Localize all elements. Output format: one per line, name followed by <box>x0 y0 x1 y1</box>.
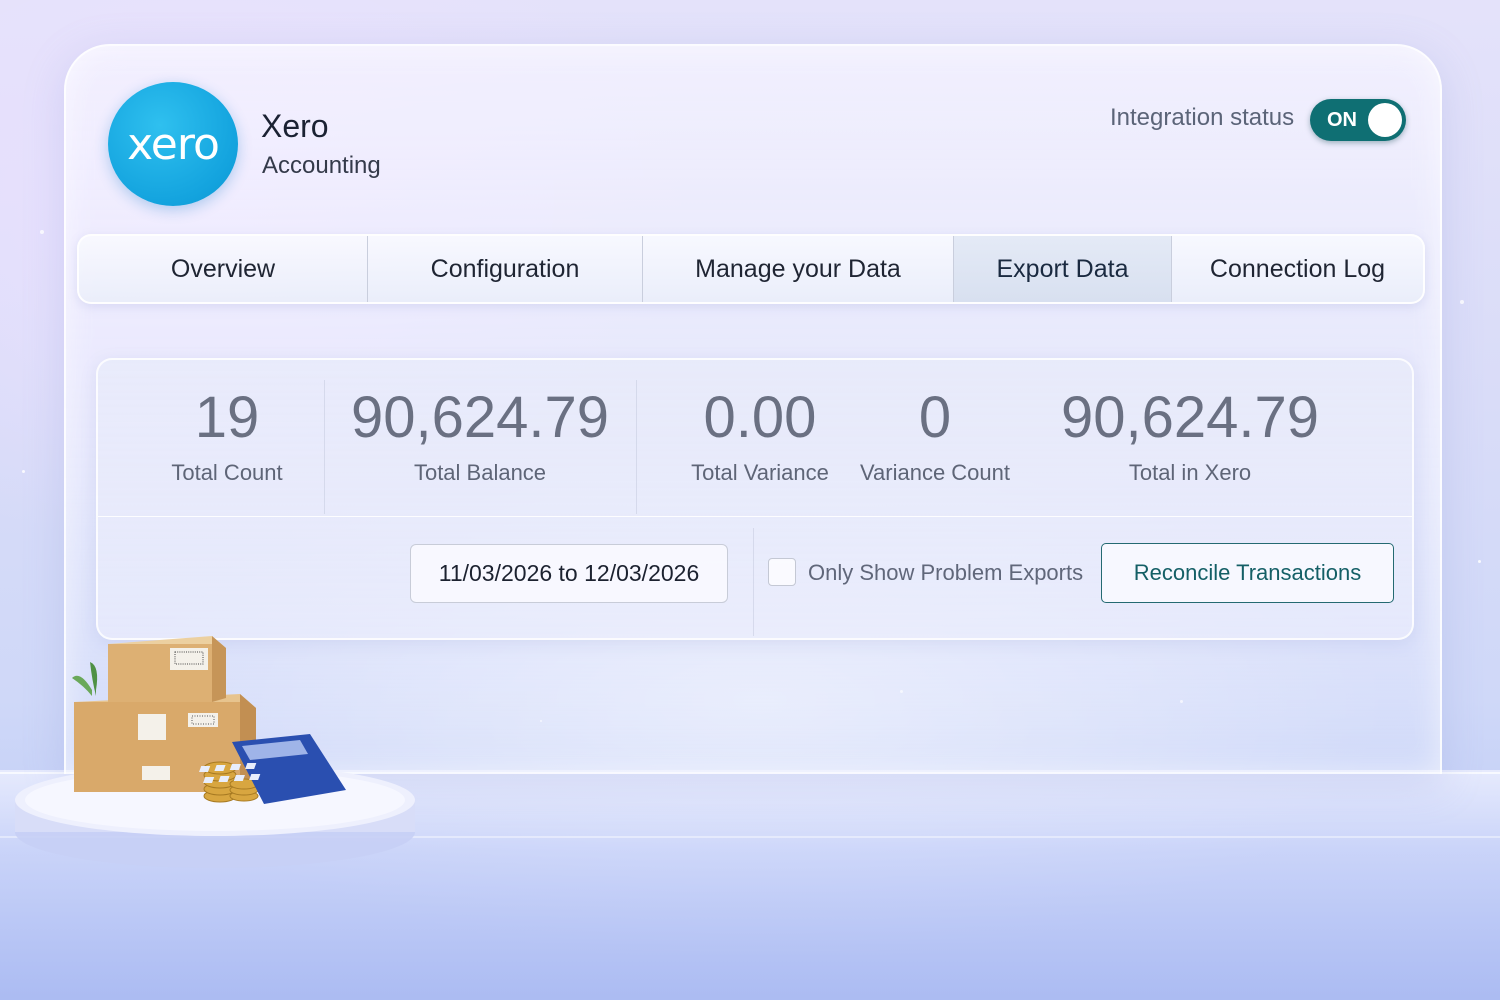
total-balance-value: 90,624.79 <box>350 385 610 450</box>
toggle-state-text: ON <box>1327 109 1357 131</box>
integration-status-label: Integration status <box>1110 104 1295 131</box>
problem-exports-label[interactable]: Only Show Problem Exports <box>808 560 1083 586</box>
boxes-calculator-coins-illustration <box>15 636 415 868</box>
tab-manage-your-data[interactable]: Manage your Data <box>643 236 954 302</box>
tab-label: Configuration <box>430 254 580 283</box>
reconcile-button-label: Reconcile Transactions <box>1133 560 1362 585</box>
card-divider <box>98 516 1412 517</box>
tab-bar: Overview Configuration Manage your Data … <box>77 234 1425 304</box>
variance-count-value: 0 <box>918 385 952 450</box>
tab-configuration[interactable]: Configuration <box>368 236 643 302</box>
toggle-knob <box>1368 103 1402 137</box>
integration-status-toggle[interactable]: ON <box>1310 99 1406 141</box>
total-variance-label: Total Variance <box>691 460 829 485</box>
tab-export-data[interactable]: Export Data <box>954 236 1172 302</box>
xero-logo: xero <box>108 82 238 206</box>
problem-exports-checkbox[interactable] <box>768 558 796 586</box>
stat-separator <box>324 380 325 514</box>
total-in-xero-label: Total in Xero <box>1128 460 1252 485</box>
reconcile-transactions-button[interactable]: Reconcile Transactions <box>1101 543 1394 603</box>
stat-separator <box>636 380 637 514</box>
tab-label: Overview <box>170 254 276 283</box>
date-range-text: 11/03/2026 to 12/03/2026 <box>438 560 700 586</box>
app-title: Xero <box>261 108 329 144</box>
total-count-value: 19 <box>194 385 260 450</box>
total-count-label: Total Count <box>171 460 283 485</box>
variance-count-label: Variance Count <box>859 460 1010 485</box>
filter-separator <box>753 528 754 636</box>
tab-label: Manage your Data <box>695 254 901 283</box>
tab-overview[interactable]: Overview <box>79 236 368 302</box>
app-subtitle: Accounting <box>262 152 381 179</box>
tab-connection-log[interactable]: Connection Log <box>1172 236 1423 302</box>
date-range-picker[interactable]: 11/03/2026 to 12/03/2026 <box>410 544 728 603</box>
tab-label: Export Data <box>996 254 1129 283</box>
xero-logo-text: xero <box>127 118 220 170</box>
total-in-xero-value: 90,624.79 <box>1060 385 1320 450</box>
total-balance-label: Total Balance <box>413 460 547 485</box>
total-variance-value: 0.00 <box>703 385 817 450</box>
tab-label: Connection Log <box>1209 254 1386 283</box>
